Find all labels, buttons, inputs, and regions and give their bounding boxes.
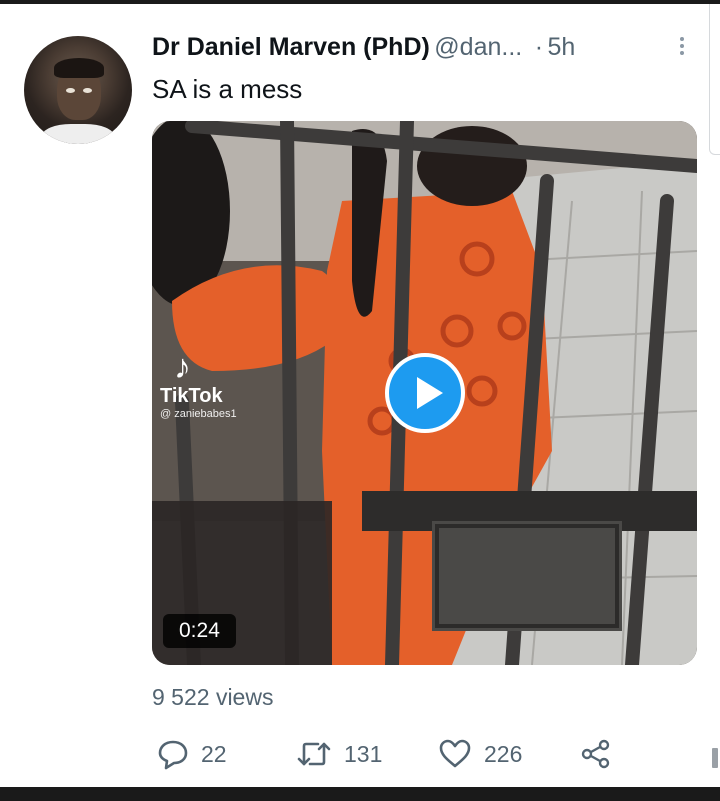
like-count: 226 [484,740,523,767]
author-handle[interactable]: @dan... [434,33,522,61]
scrollbar[interactable] [712,748,718,768]
video-duration: 0:24 [163,614,236,648]
status-bar-edge [0,0,720,4]
separator: · [534,33,544,61]
author-name[interactable]: Dr Daniel Marven (PhD) [152,33,430,61]
share-icon [581,739,610,769]
play-icon[interactable] [385,353,465,433]
timestamp[interactable]: 5h [547,33,575,61]
retweet-icon [297,742,331,766]
tiktok-username: @ zaniebabes1 [160,408,237,420]
avatar[interactable] [24,36,132,144]
tiktok-icon: ♪ [174,348,191,386]
tiktok-watermark: ♪ TikTok @ zaniebabes1 [160,349,237,420]
reply-icon [158,740,188,770]
tiktok-brand: TikTok [160,385,223,407]
retweet-button[interactable]: 131 [296,737,382,771]
video-player[interactable]: ♪ TikTok @ zaniebabes1 [152,121,697,665]
like-icon [439,739,471,768]
like-button[interactable]: 226 [438,737,522,771]
reply-count: 22 [201,740,227,767]
share-button[interactable] [580,737,624,771]
scroll-edge [709,4,720,155]
more-vertical-icon[interactable] [674,34,690,62]
tweet-text: SA is a mess [152,74,303,104]
view-count: 9 522 views [152,684,274,710]
tweet-header: Dr Daniel Marven (PhD) @dan... · 5h [152,33,672,67]
retweet-count: 131 [344,740,383,767]
reply-button[interactable]: 22 [157,737,227,771]
navigation-bar-edge [0,787,720,801]
